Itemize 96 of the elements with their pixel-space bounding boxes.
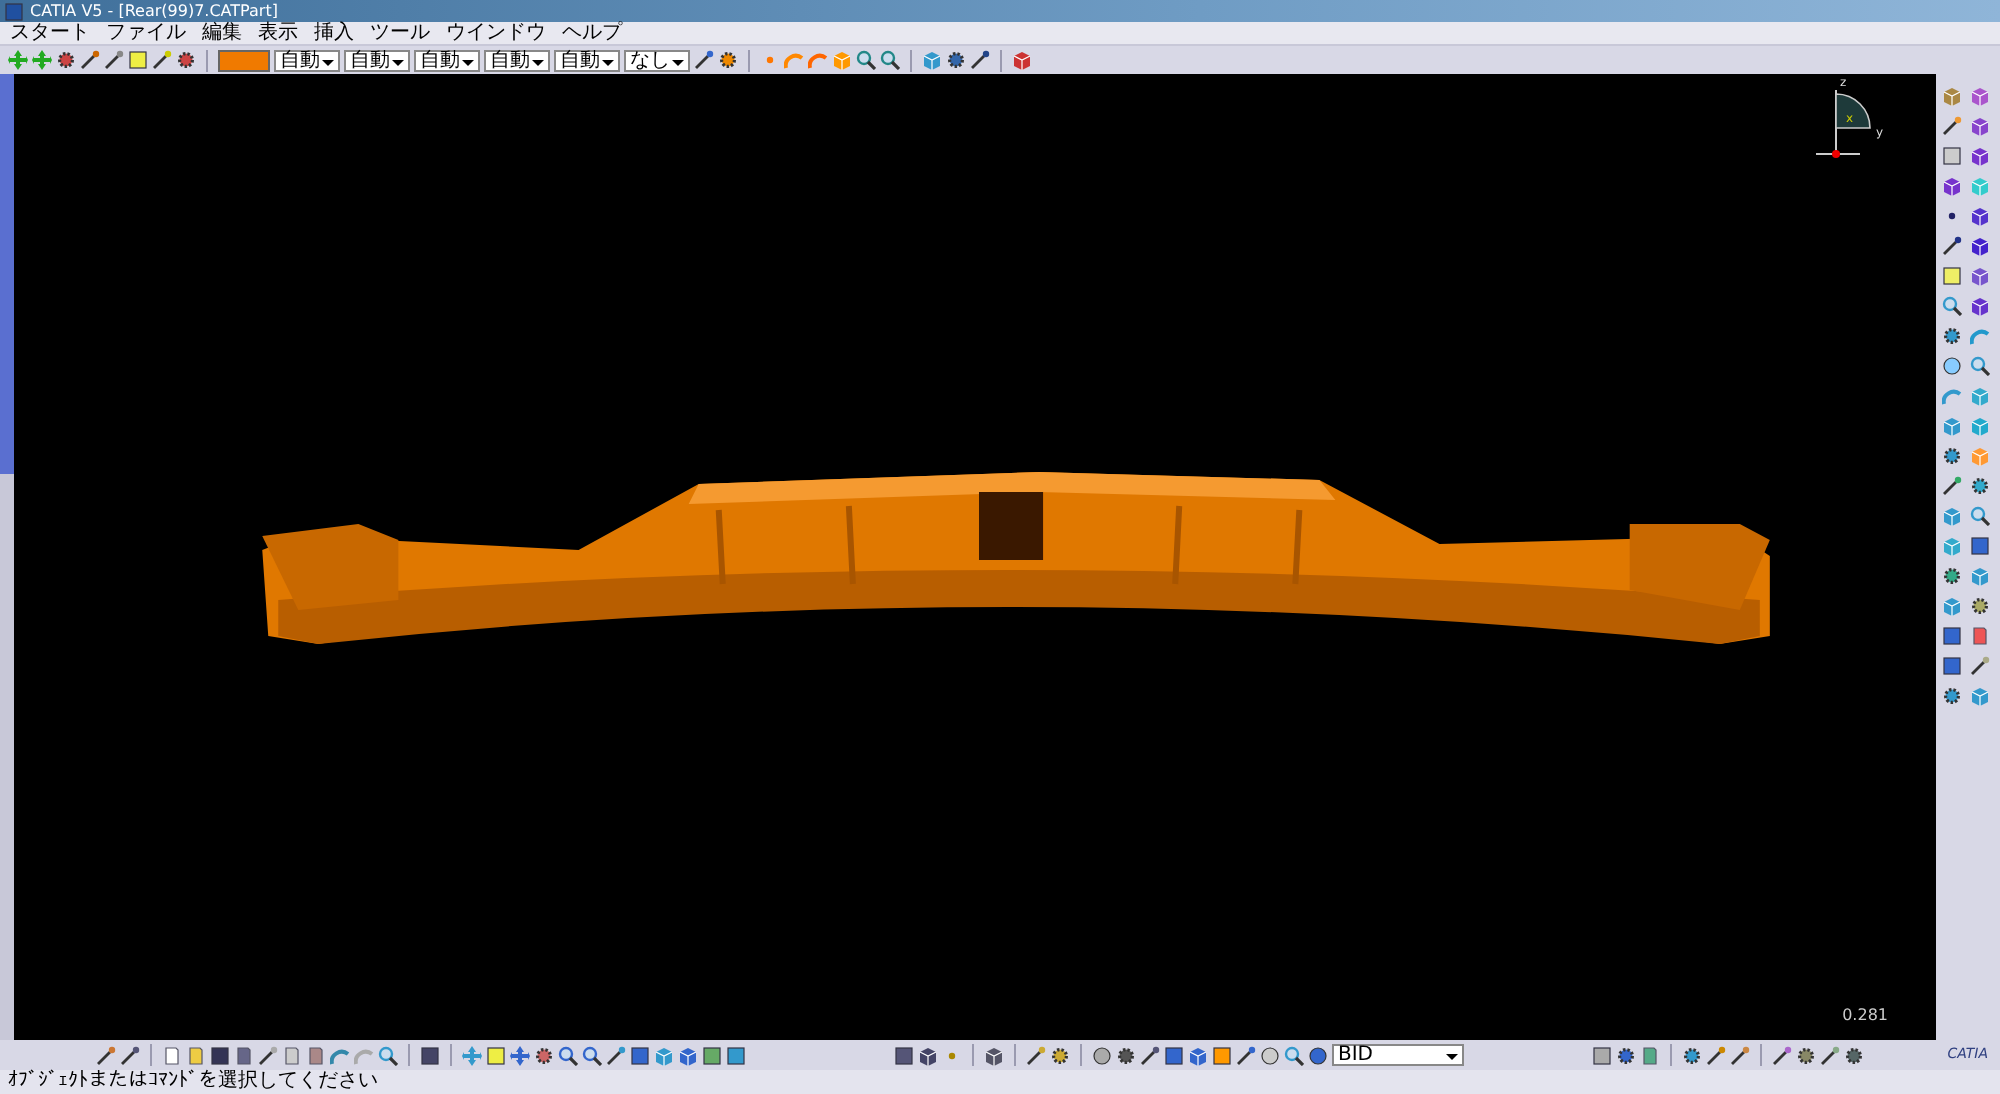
menu-item[interactable]: ツール (364, 23, 436, 43)
dropdown[interactable]: 自動 (344, 49, 410, 71)
document-icon[interactable] (234, 1045, 254, 1065)
menu-item[interactable]: 表示 (252, 23, 304, 43)
cube-icon[interactable] (984, 1045, 1004, 1065)
zoom-icon[interactable] (1284, 1045, 1304, 1065)
compass-drawing[interactable] (1815, 89, 1871, 158)
gear-icon[interactable] (534, 1045, 554, 1065)
gear-icon[interactable] (1942, 686, 1962, 706)
square-icon[interactable] (420, 1045, 440, 1065)
gear-icon[interactable] (1942, 326, 1962, 346)
cube-icon[interactable] (1012, 50, 1032, 70)
menu-item[interactable]: ヘルプ (556, 23, 628, 43)
gear-icon[interactable] (1616, 1045, 1636, 1065)
menu-item[interactable]: ファイル (100, 23, 192, 43)
circle-icon[interactable] (1942, 356, 1962, 376)
dropdown[interactable]: 自動 (554, 49, 620, 71)
menu-item[interactable]: 挿入 (308, 23, 360, 43)
wand-icon[interactable] (1942, 476, 1962, 496)
menu-item[interactable]: 編集 (196, 23, 248, 43)
cube-icon[interactable] (1942, 176, 1962, 196)
square-icon[interactable] (702, 1045, 722, 1065)
scroll-bar[interactable] (0, 74, 14, 1040)
menu-item[interactable]: スタート (4, 23, 96, 43)
square-icon[interactable] (630, 1045, 650, 1065)
cube-icon[interactable] (918, 1045, 938, 1065)
wand-icon[interactable] (1140, 1045, 1160, 1065)
zoom-icon[interactable] (582, 1045, 602, 1065)
square-icon[interactable] (1212, 1045, 1232, 1065)
wand-icon[interactable] (606, 1045, 626, 1065)
zoom-icon[interactable] (378, 1045, 398, 1065)
zoom-icon[interactable] (856, 50, 876, 70)
wand-icon[interactable] (1772, 1045, 1792, 1065)
cube-icon[interactable] (1970, 116, 1990, 136)
wand-icon[interactable] (1970, 656, 1990, 676)
wand-icon[interactable] (1942, 236, 1962, 256)
wand-icon[interactable] (1820, 1045, 1840, 1065)
cube-icon[interactable] (1970, 86, 1990, 106)
dropdown[interactable]: 自動 (484, 49, 550, 71)
circle-icon[interactable] (1260, 1045, 1280, 1065)
wand-icon[interactable] (258, 1045, 278, 1065)
window-title: CATIA V5 - [Rear(99)7.CATPart] (30, 3, 278, 19)
scale-readout: 0.281 (1842, 1008, 1888, 1024)
wand-icon[interactable] (1942, 116, 1962, 136)
wand-icon[interactable] (1706, 1045, 1726, 1065)
square-icon[interactable] (726, 1045, 746, 1065)
gear-icon[interactable] (946, 50, 966, 70)
circle-icon[interactable] (1092, 1045, 1112, 1065)
square-icon[interactable] (1942, 656, 1962, 676)
cube-icon[interactable] (1188, 1045, 1208, 1065)
cube-icon[interactable] (1970, 296, 1990, 316)
gear-icon[interactable] (1844, 1045, 1864, 1065)
square-icon[interactable] (1164, 1045, 1184, 1065)
square-icon[interactable] (1970, 536, 1990, 556)
wand-icon[interactable] (1026, 1045, 1046, 1065)
gear-icon[interactable] (1050, 1045, 1070, 1065)
dropdown[interactable]: BID (1332, 1044, 1464, 1066)
gear-icon[interactable] (1116, 1045, 1136, 1065)
cube-icon[interactable] (678, 1045, 698, 1065)
square-icon[interactable] (894, 1045, 914, 1065)
square-icon[interactable] (210, 1045, 230, 1065)
circle-icon[interactable] (1308, 1045, 1328, 1065)
zoom-icon[interactable] (1970, 356, 1990, 376)
wand-icon[interactable] (96, 1045, 116, 1065)
menu-item[interactable]: ウインドウ (440, 23, 552, 43)
wand-icon[interactable] (152, 50, 172, 70)
cube-icon[interactable] (1970, 146, 1990, 166)
gear-icon[interactable] (176, 50, 196, 70)
square-icon[interactable] (1942, 626, 1962, 646)
zoom-icon[interactable] (558, 1045, 578, 1065)
dropdown[interactable]: 自動 (274, 49, 340, 71)
gear-icon[interactable] (1796, 1045, 1816, 1065)
square-icon[interactable] (1592, 1045, 1612, 1065)
zoom-icon[interactable] (1942, 296, 1962, 316)
color-swatch[interactable] (218, 49, 270, 71)
gear-icon[interactable] (56, 50, 76, 70)
document-icon[interactable] (1970, 626, 1990, 646)
status-message: ｵﾌﾞｼﾞｪｸﾄまたはｺﾏﾝﾄﾞを選択してください (8, 1072, 378, 1092)
gear-icon[interactable] (718, 50, 738, 70)
cube-icon[interactable] (1970, 266, 1990, 286)
wand-icon[interactable] (970, 50, 990, 70)
wand-icon[interactable] (80, 50, 100, 70)
document-icon[interactable] (1640, 1045, 1660, 1065)
wand-icon[interactable] (120, 1045, 140, 1065)
wand-icon[interactable] (1730, 1045, 1750, 1065)
cube-icon[interactable] (1970, 236, 1990, 256)
dropdown[interactable]: なし (624, 49, 690, 71)
dropdown[interactable]: 自動 (414, 49, 480, 71)
wand-icon[interactable] (104, 50, 124, 70)
move-icon[interactable] (510, 1045, 530, 1065)
zoom-icon[interactable] (1970, 506, 1990, 526)
gear-icon[interactable] (1682, 1045, 1702, 1065)
wand-icon[interactable] (694, 50, 714, 70)
wand-icon[interactable] (1236, 1045, 1256, 1065)
zoom-icon[interactable] (880, 50, 900, 70)
cube-icon[interactable] (1970, 206, 1990, 226)
